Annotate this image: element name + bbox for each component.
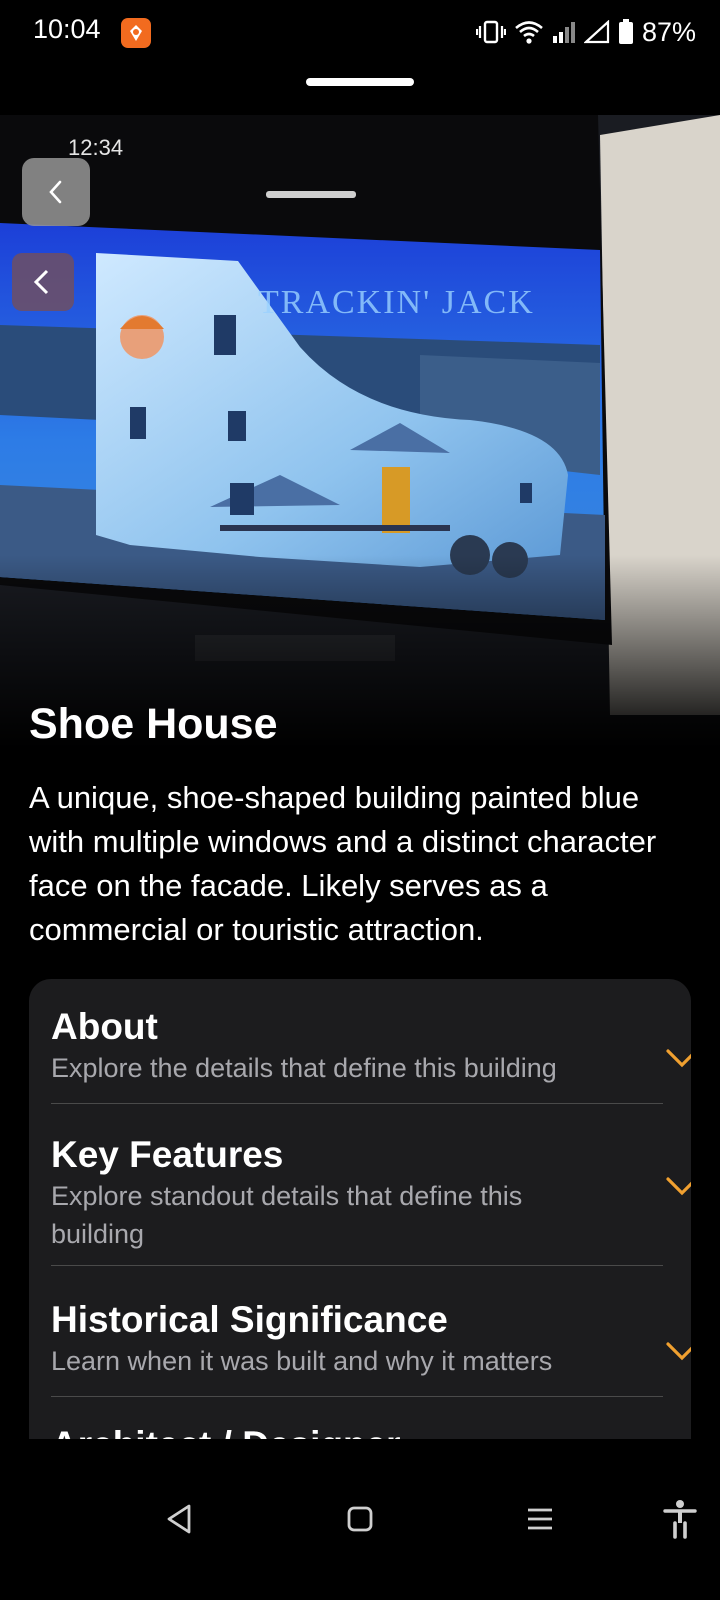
nav-recents-button[interactable] <box>511 1490 569 1548</box>
status-time: 10:04 <box>33 14 101 44</box>
section-subtitle: Learn when it was built and why it matte… <box>51 1346 553 1376</box>
back-button[interactable] <box>22 158 90 226</box>
photo-screen-time: 12:34 <box>68 135 123 160</box>
section-title: About <box>51 1006 158 1047</box>
square-home-icon <box>347 1506 373 1532</box>
section-subtitle: Explore the details that define this bui… <box>51 1053 557 1083</box>
cell-signal-icon <box>552 22 575 43</box>
photo-sign-text: TRACKIN' JACK <box>258 284 535 321</box>
battery-percentage: 87% <box>641 16 696 47</box>
section-architect-designer[interactable]: Architect / Designer <box>51 1423 663 1439</box>
section-about[interactable]: About Explore the details that define th… <box>51 1005 691 1104</box>
app-notification-icon <box>121 18 151 48</box>
section-key-features[interactable]: Key Features Explore standout details th… <box>51 1133 691 1266</box>
nav-back-button[interactable] <box>150 1490 208 1548</box>
system-nav-bar <box>0 1440 720 1600</box>
chevron-down-icon <box>666 1342 691 1361</box>
building-description: A unique, shoe-shaped building painted b… <box>29 780 657 947</box>
building-photo: 12:34 TRACKIN' JACK <box>0 115 720 765</box>
info-sections-card: About Explore the details that define th… <box>29 979 691 1439</box>
building-title: Shoe House <box>29 700 278 748</box>
accessibility-icon <box>663 1500 697 1539</box>
section-historical-significance[interactable]: Historical Significance Learn when it wa… <box>51 1298 691 1397</box>
section-title: Key Features <box>51 1134 284 1175</box>
chevron-down-icon <box>666 1049 691 1068</box>
section-title: Historical Significance <box>51 1299 448 1340</box>
vibrate-icon <box>475 20 506 44</box>
cell-signal-outline-icon <box>583 20 610 44</box>
nav-accessibility-button[interactable] <box>650 1488 710 1550</box>
nav-home-button[interactable] <box>331 1490 389 1548</box>
status-bar: 10:04 87% <box>0 0 720 66</box>
chevron-down-icon <box>666 1177 691 1196</box>
chevron-left-icon <box>49 180 62 204</box>
section-subtitle: Explore standout details that define thi… <box>51 1181 523 1249</box>
section-title: Architect / Designer <box>51 1423 663 1439</box>
menu-icon <box>528 1508 552 1530</box>
wifi-icon <box>515 21 543 44</box>
triangle-back-icon <box>167 1504 191 1534</box>
battery-icon <box>618 19 633 44</box>
sheet-drag-handle[interactable] <box>306 78 414 86</box>
status-icons: 87% <box>475 14 696 50</box>
